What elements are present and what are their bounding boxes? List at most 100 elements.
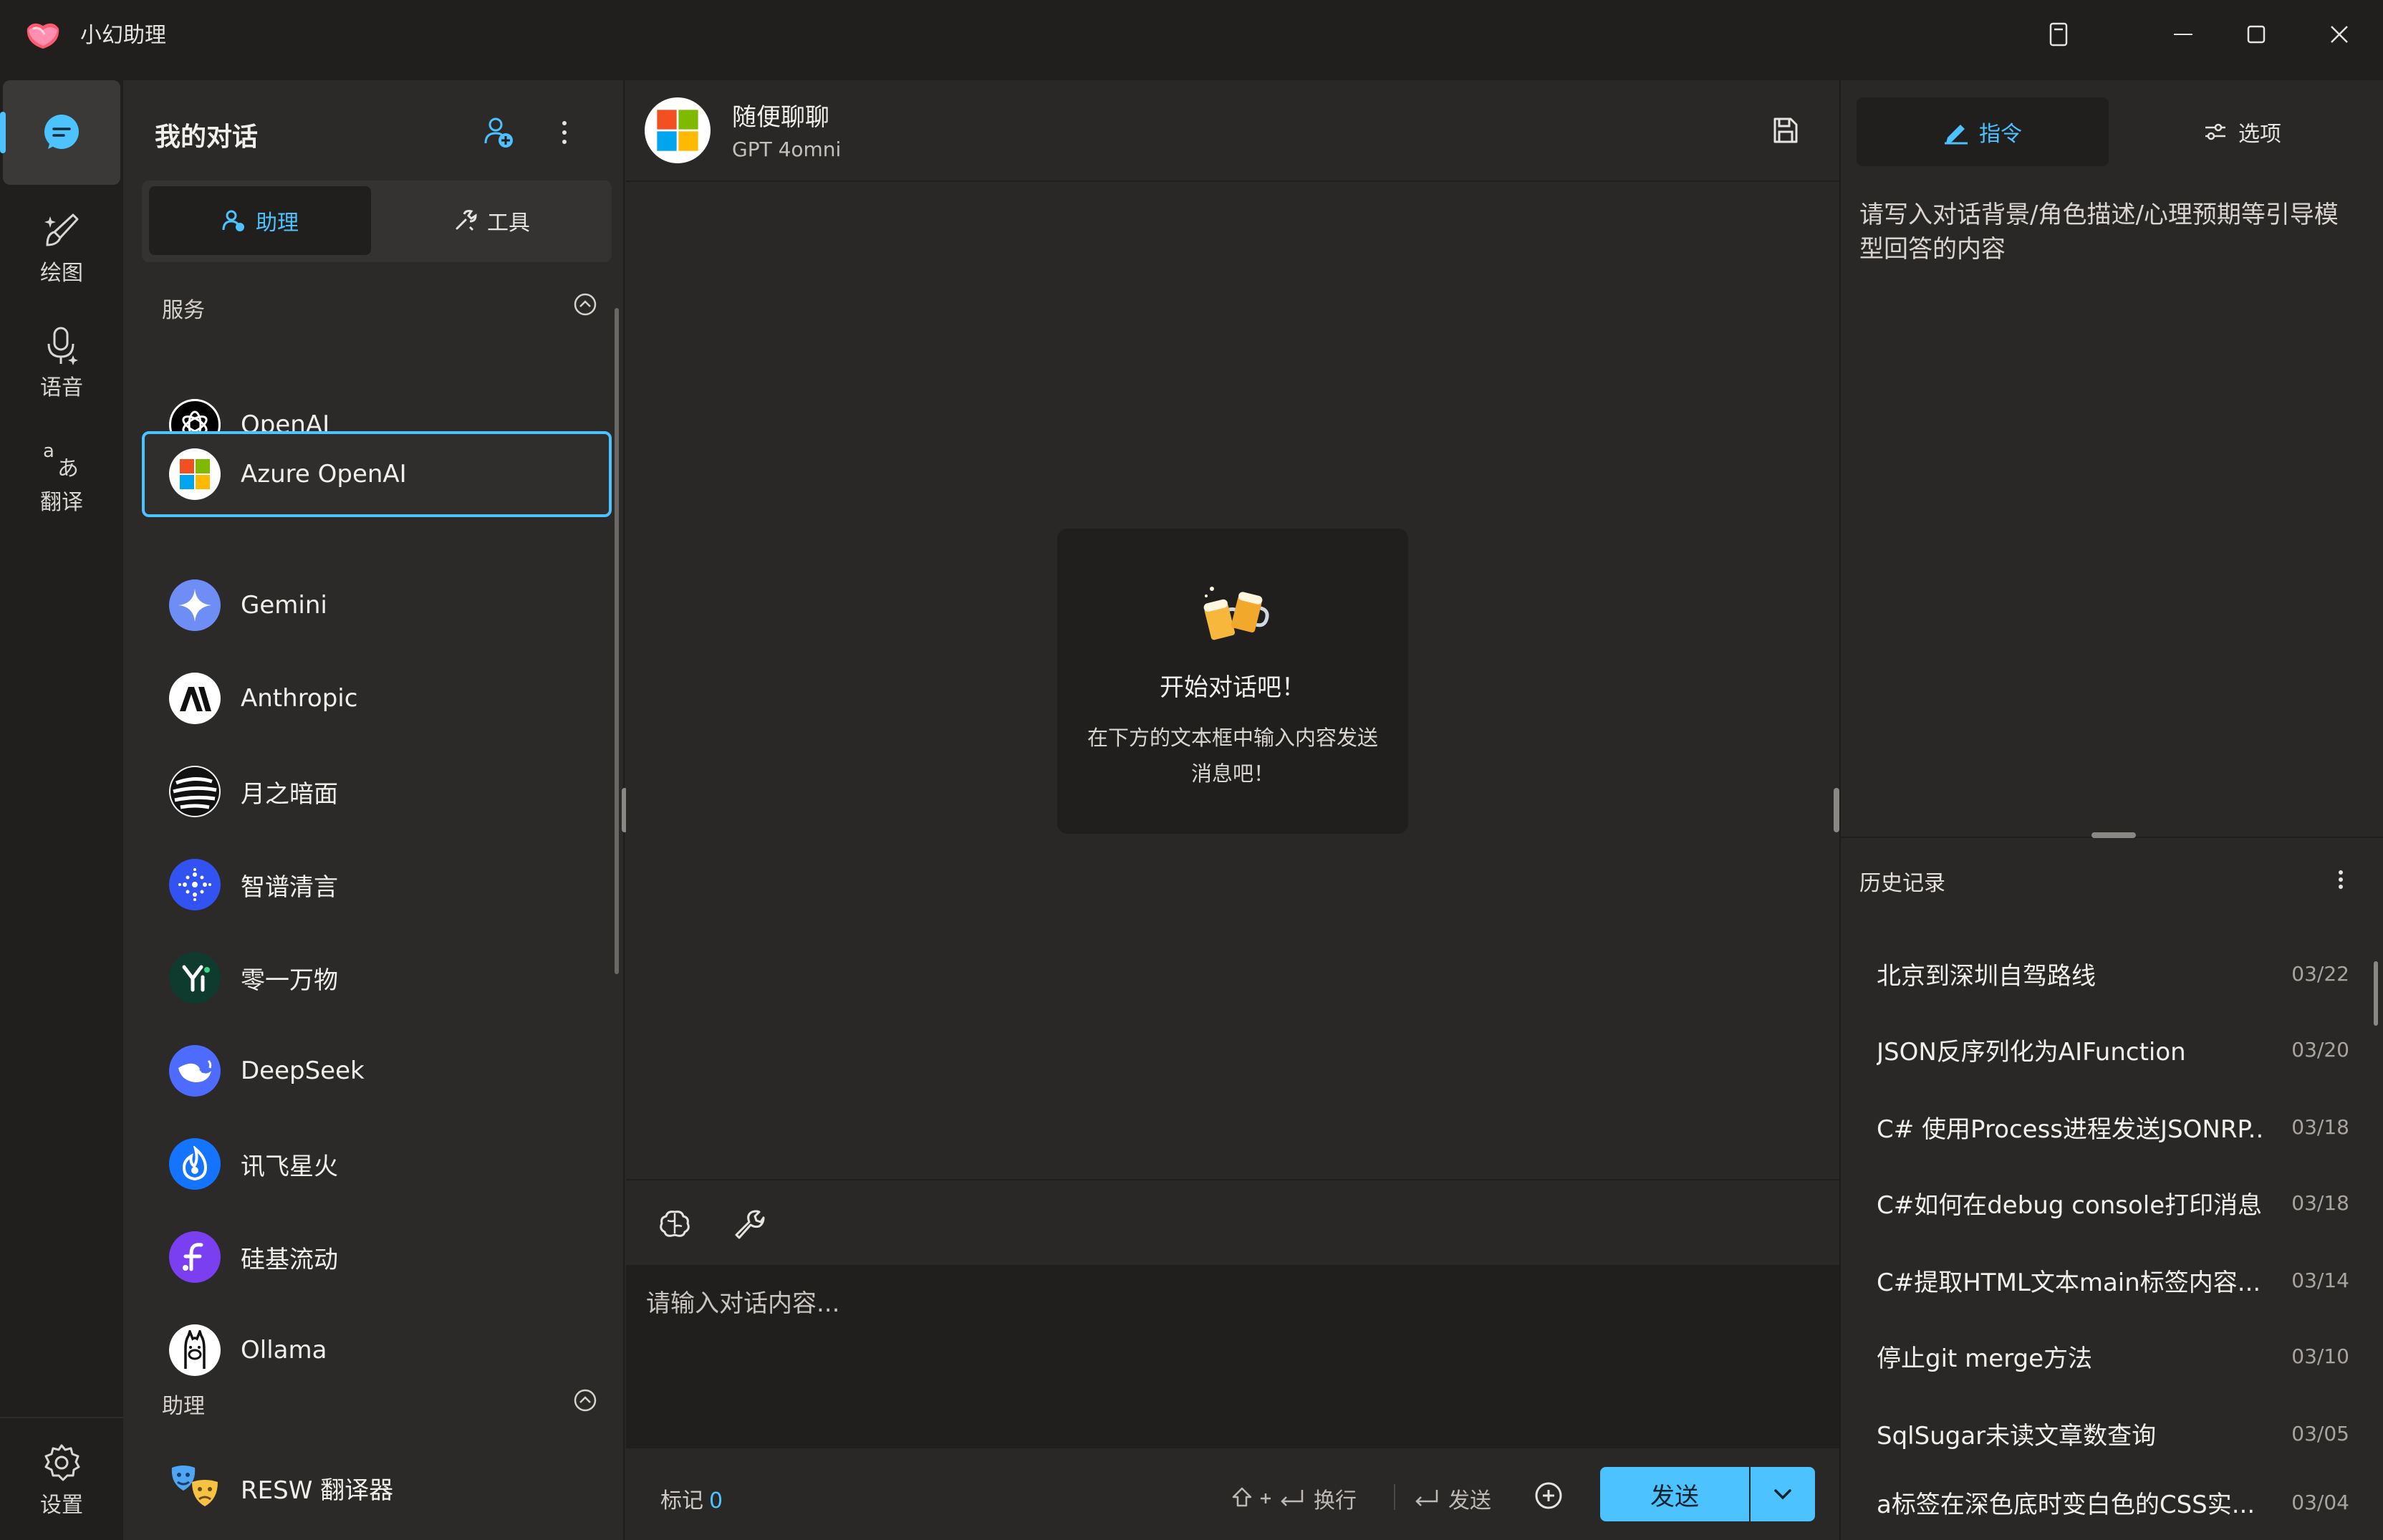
service-item-moonshot[interactable]: 月之暗面: [142, 749, 612, 834]
add-chat-icon: [484, 117, 513, 148]
service-item-gemini[interactable]: Gemini: [142, 563, 612, 648]
chat-resize-handle[interactable]: [1834, 788, 1839, 832]
collapse-assistants-button[interactable]: [573, 1388, 597, 1413]
minimize-icon: [2174, 34, 2192, 35]
history-item[interactable]: C# 使用Process进程发送JSONRP... 03/18: [1877, 1089, 2349, 1165]
microphone-icon: [47, 327, 78, 365]
enter-icon: [1415, 1490, 1438, 1506]
maximize-button[interactable]: [2222, 11, 2291, 57]
history-item-title: C#如何在debug console打印消息: [1877, 1190, 2263, 1220]
list-title: 我的对话: [155, 122, 259, 152]
compact-mode-icon: [2049, 22, 2068, 47]
history-item[interactable]: 停止git merge方法 03/10: [1877, 1318, 2349, 1394]
service-name: Gemini: [241, 591, 327, 620]
message-input[interactable]: [646, 1284, 1806, 1427]
service-item-azure-openai[interactable]: Azure OpenAI: [142, 431, 612, 517]
minimize-button[interactable]: [2149, 11, 2218, 57]
model-settings-button[interactable]: [658, 1206, 692, 1241]
save-icon: [1773, 117, 1798, 143]
service-name: 讯飞星火: [241, 1152, 338, 1181]
history-item-title: C#提取HTML文本main标签内容...: [1877, 1268, 2261, 1297]
tab-options[interactable]: 选项: [2116, 97, 2368, 166]
save-conversation-button[interactable]: [1768, 113, 1802, 148]
service-item-ollama[interactable]: Ollama: [142, 1308, 612, 1392]
send-hint-label: 发送: [1448, 1488, 1491, 1513]
siliconflow-logo-icon: [169, 1231, 221, 1283]
history-scrollbar[interactable]: [2374, 961, 2378, 1026]
history-item-title: SqlSugar未读文章数查询: [1877, 1421, 2157, 1450]
mark-label: 标记: [660, 1488, 703, 1513]
history-item-title: 停止git merge方法: [1877, 1344, 2093, 1373]
chat-service-logo-icon: [645, 97, 711, 163]
add-attachment-button[interactable]: [1533, 1480, 1564, 1511]
history-item[interactable]: a标签在深色底时变白色的CSS实... 03/04: [1877, 1464, 2349, 1540]
list-more-button[interactable]: [550, 115, 579, 150]
panel-resize-grip[interactable]: [2091, 832, 2136, 838]
nav-item-voice[interactable]: 语音: [3, 309, 120, 417]
tab-instructions[interactable]: 指令: [1857, 97, 2109, 166]
service-name: Ollama: [241, 1336, 327, 1365]
service-item-siliconflow[interactable]: 硅基流动: [142, 1215, 612, 1299]
history-item[interactable]: JSON反序列化为AIFunction 03/20: [1877, 1011, 2349, 1087]
nav-item-settings[interactable]: 设置: [3, 1427, 120, 1534]
chat-model-name: GPT 4omni: [732, 138, 842, 161]
send-options-dropdown[interactable]: [1751, 1467, 1815, 1521]
history-item[interactable]: C#提取HTML文本main标签内容... 03/14: [1877, 1242, 2349, 1318]
assistant-name: RESW 翻译器: [241, 1476, 394, 1505]
nav-divider: [0, 1417, 123, 1418]
nav-label-drawing: 绘图: [40, 261, 83, 286]
translate-icon: a あ: [43, 441, 79, 480]
tab-assistants[interactable]: 助理: [149, 186, 371, 255]
service-item-spark[interactable]: 讯飞星火: [142, 1122, 612, 1206]
compact-mode-button[interactable]: [2024, 11, 2093, 57]
history-item-title: a标签在深色底时变白色的CSS实...: [1877, 1490, 2256, 1519]
paint-brush-icon: [44, 213, 79, 246]
service-item-deepseek[interactable]: DeepSeek: [142, 1029, 612, 1113]
history-more-button[interactable]: [2325, 864, 2356, 895]
tools-button[interactable]: [731, 1206, 765, 1241]
list-mode-toggle: 助理 工具: [142, 181, 612, 262]
assistant-item-resw-translator[interactable]: RESW 翻译器: [142, 1445, 612, 1530]
section-label-services: 服务: [162, 298, 205, 323]
chat-title[interactable]: 随便聊聊: [732, 97, 829, 133]
list-scrollbar[interactable]: [615, 308, 619, 974]
mark-counter[interactable]: 标记 0: [660, 1483, 723, 1514]
history-item[interactable]: SqlSugar未读文章数查询 03/05: [1877, 1395, 2349, 1471]
tab-tools[interactable]: 工具: [378, 186, 605, 255]
spark-logo-icon: [169, 1138, 221, 1190]
right-panel: 指令 选项 请写入对话背景/角色描述/心理预期等引导模型回答的内容 历史记录 北…: [1839, 80, 2383, 1540]
nav-label-voice: 语音: [40, 375, 83, 400]
history-item-date: 03/14: [2291, 1268, 2349, 1292]
history-item-date: 03/04: [2291, 1490, 2349, 1514]
nav-item-chat[interactable]: [3, 80, 120, 185]
svg-text:あ: あ: [57, 456, 79, 480]
history-item[interactable]: 北京到深圳自驾路线 03/22: [1877, 935, 2349, 1011]
conversation-list-panel: 我的对话 助理 工具 服务 OpenAI Azure OpenAI Gemini…: [123, 80, 625, 1540]
nav-item-translate[interactable]: a あ 翻译: [3, 424, 120, 531]
chevron-down-icon: [1774, 1489, 1791, 1500]
service-item-zhipu[interactable]: 智谱清言: [142, 842, 612, 927]
more-vertical-icon: [562, 121, 567, 144]
system-prompt-input[interactable]: 请写入对话背景/角色描述/心理预期等引导模型回答的内容: [1859, 198, 2361, 266]
service-item-anthropic[interactable]: Anthropic: [142, 656, 612, 741]
tools-icon: [456, 210, 477, 231]
add-circle-icon: [1535, 1482, 1562, 1509]
service-name: 硅基流动: [241, 1245, 338, 1274]
nav-item-drawing[interactable]: 绘图: [3, 195, 120, 302]
history-item-date: 03/18: [2291, 1190, 2349, 1215]
history-item-date: 03/18: [2291, 1115, 2349, 1139]
svg-text:a: a: [43, 441, 54, 462]
close-button[interactable]: [2305, 11, 2374, 57]
service-item-yi[interactable]: 零一万物: [142, 935, 612, 1020]
history-item[interactable]: C#如何在debug console打印消息 03/18: [1877, 1165, 2349, 1241]
title-bar: 小幻助理: [0, 0, 2383, 80]
send-button[interactable]: 发送: [1600, 1467, 1749, 1521]
collapse-services-button[interactable]: [573, 292, 597, 317]
new-conversation-button[interactable]: [481, 115, 517, 150]
mark-count: 0: [709, 1488, 723, 1513]
chat-bubble-icon: [44, 115, 79, 149]
nav-active-indicator: [0, 112, 6, 153]
send-shortcut-hint: 发送: [1412, 1483, 1491, 1514]
input-toolbar: [626, 1179, 1839, 1265]
service-name: Azure OpenAI: [241, 460, 407, 489]
